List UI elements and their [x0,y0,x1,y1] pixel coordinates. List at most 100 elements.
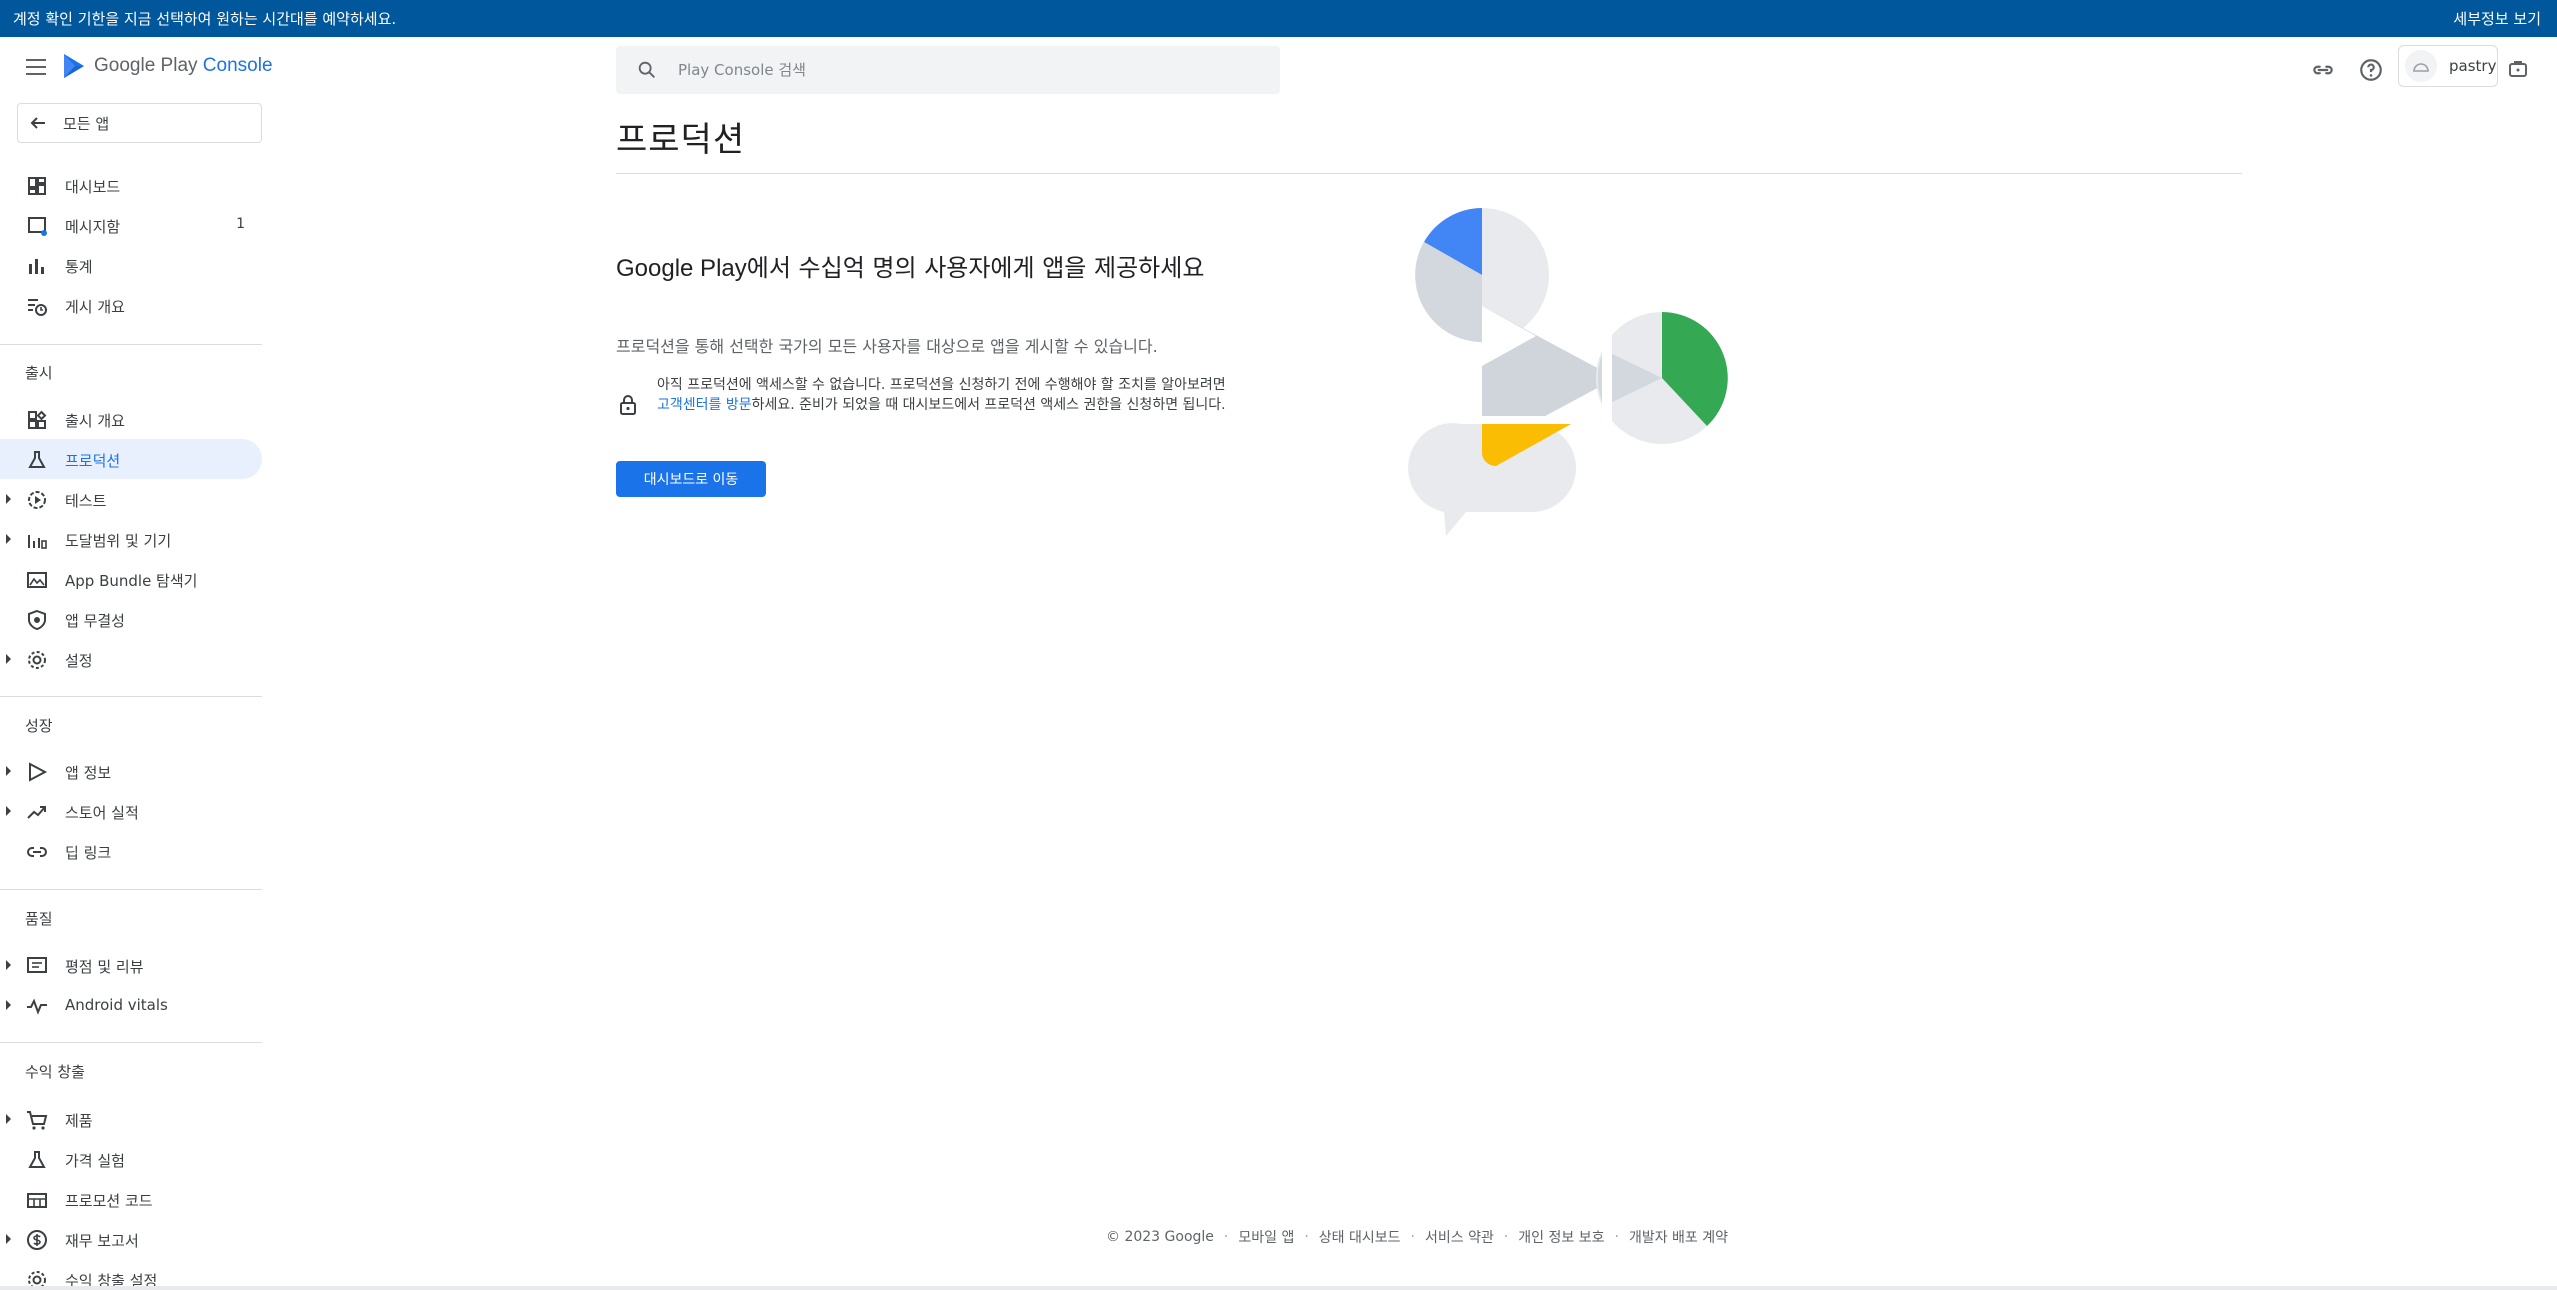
expand-caret-icon[interactable] [6,1114,11,1124]
expand-caret-icon[interactable] [6,766,11,776]
sidebar-item-testing[interactable]: 테스트 [0,479,262,519]
horizontal-scrollbar[interactable] [0,1286,2557,1290]
sidebar-item-label: 테스트 [65,492,107,510]
account-switcher[interactable]: pastry [2398,45,2498,87]
banner-message: 계정 확인 기한을 지금 선택하여 원하는 시간대를 예약하세요. [13,10,397,28]
all-apps-button[interactable]: 모든 앱 [17,103,262,143]
sidebar-item-label: 게시 개요 [65,298,125,316]
production-icon [28,451,46,468]
sidebar-item-android-vitals[interactable]: Android vitals [0,985,262,1025]
vitals-icon [27,998,47,1015]
notice-text: 아직 프로덕션에 액세스할 수 없습니다. 프로덕션을 신청하기 전에 수행해야… [657,377,1226,393]
help-center-link[interactable]: 고객센터를 방문 [657,397,752,413]
sidebar-item-label: 출시 개요 [65,412,125,430]
search-bar[interactable] [616,46,1280,94]
help-icon[interactable] [2358,57,2384,83]
promo-code-icon [27,1193,47,1208]
play-icon [29,762,48,782]
sidebar-item-label: 제품 [65,1112,93,1130]
sidebar-item-app-info[interactable]: 앱 정보 [0,751,262,791]
sidebar-item-label: App Bundle 탐색기 [65,572,198,590]
expand-caret-icon[interactable] [6,654,11,664]
cart-icon [27,1111,48,1130]
play-console-logo[interactable]: Google Play Console [62,52,273,80]
expand-caret-icon[interactable] [6,1234,11,1244]
sidebar-item-production[interactable]: 프로덕션 [0,439,262,479]
sidebar-item-price-experiments[interactable]: 가격 실험 [0,1139,262,1179]
page-title: 프로덕션 [616,120,746,160]
top-banner: 계정 확인 기한을 지금 선택하여 원하는 시간대를 예약하세요. 세부정보 보… [0,0,2557,37]
sidebar-item-label: 딥 링크 [65,844,112,862]
expand-caret-icon[interactable] [6,960,11,970]
sidebar-item-products[interactable]: 제품 [0,1099,262,1139]
production-headline: Google Play에서 수십억 명의 사용자에게 앱을 제공하세요 [616,252,1236,285]
inbox-icon [28,217,47,236]
production-description: 프로덕션을 통해 선택한 국가의 모든 사용자를 대상으로 앱을 게시할 수 있… [616,337,1158,356]
sidebar-item-label: 재무 보고서 [65,1232,139,1250]
expand-caret-icon[interactable] [6,806,11,816]
sidebar-item-statistics[interactable]: 통계 [0,245,262,285]
access-notice: 아직 프로덕션에 액세스할 수 없습니다. 프로덕션을 신청하기 전에 수행해야… [657,375,1242,415]
expand-caret-icon[interactable] [6,534,11,544]
sidebar-divider [0,344,262,345]
section-release-heading: 출시 [25,364,53,382]
reach-devices-icon [28,535,47,549]
sidebar-item-app-integrity[interactable]: 앱 무결성 [0,599,262,639]
sidebar-item-settings[interactable]: 설정 [0,639,262,679]
footer-link-distribution-agreement[interactable]: 개발자 배포 계약 [1629,1227,1728,1247]
footer-copyright: © 2023 Google [1106,1229,1214,1245]
sidebar-item-ratings-reviews[interactable]: 평점 및 리뷰 [0,945,262,985]
sidebar-item-app-bundle-explorer[interactable]: App Bundle 탐색기 [0,559,262,599]
footer-link-status-dashboard[interactable]: 상태 대시보드 [1319,1227,1401,1247]
sidebar-item-promo-codes[interactable]: 프로모션 코드 [0,1179,262,1219]
footer-link-privacy[interactable]: 개인 정보 보호 [1518,1227,1604,1247]
all-apps-label: 모든 앱 [63,114,110,133]
sidebar-item-reach-devices[interactable]: 도달범위 및 기기 [0,519,262,559]
app-avatar [2405,50,2437,82]
sidebar-item-label: 메시지함 [65,218,121,236]
briefcase-icon[interactable] [2506,57,2530,81]
sidebar-item-label: 대시보드 [65,178,121,196]
sidebar-item-publishing-overview[interactable]: 게시 개요 [0,285,262,325]
production-illustration [1408,208,1728,536]
headline-brand: Google Play [616,255,747,282]
sidebar-item-label: 스토어 실적 [65,804,139,822]
footer-link-terms[interactable]: 서비스 약관 [1425,1227,1494,1247]
sidebar-divider [0,1042,262,1043]
link-icon [27,847,47,857]
app-header: Google Play Console pastry [0,37,2557,103]
expand-caret-icon[interactable] [6,1000,11,1010]
section-grow-heading: 성장 [25,717,53,735]
sidebar-item-label: 가격 실험 [65,1152,125,1170]
inbox-count-badge: 1 [236,216,245,232]
notice-text: 하세요. 준비가 되었을 때 대시보드에서 프로덕션 액세스 권한을 신청하면 … [751,397,1226,413]
footer-link-mobile-app[interactable]: 모바일 앱 [1238,1227,1294,1247]
sidebar-item-dashboard[interactable]: 대시보드 [0,165,262,205]
search-input[interactable] [678,61,1178,79]
sidebar-item-inbox[interactable]: 메시지함 1 [0,205,262,245]
gear-icon [28,651,46,669]
trending-icon [27,806,46,819]
footer: © 2023 Google · 모바일 앱 · 상태 대시보드 · 서비스 약관… [1106,1227,1728,1247]
play-console-logo-icon [64,54,84,78]
sidebar-item-store-performance[interactable]: 스토어 실적 [0,791,262,831]
flask-icon [28,1151,46,1168]
banner-details-link[interactable]: 세부정보 보기 [2453,8,2541,29]
sidebar-item-label: 프로덕션 [65,452,121,470]
menu-icon[interactable] [26,59,46,75]
release-overview-icon [28,410,47,429]
sidebar-item-financial-reports[interactable]: 재무 보고서 [0,1219,262,1259]
expand-caret-icon[interactable] [6,494,11,504]
sidebar-item-deep-links[interactable]: 딥 링크 [0,831,262,871]
headline-text: 에서 수십억 명의 사용자에게 앱을 제공하세요 [746,254,1205,282]
link-icon[interactable] [2310,57,2336,83]
shield-icon [28,609,46,631]
go-to-dashboard-button[interactable]: 대시보드로 이동 [616,461,766,497]
sidebar-item-label: 설정 [65,652,93,670]
account-name: pastry [2449,57,2497,75]
section-quality-heading: 품질 [25,910,53,928]
dollar-icon [27,1230,47,1250]
sidebar-item-label: 프로모션 코드 [65,1192,153,1210]
publishing-overview-icon [28,299,47,316]
sidebar-item-release-overview[interactable]: 출시 개요 [0,399,262,439]
